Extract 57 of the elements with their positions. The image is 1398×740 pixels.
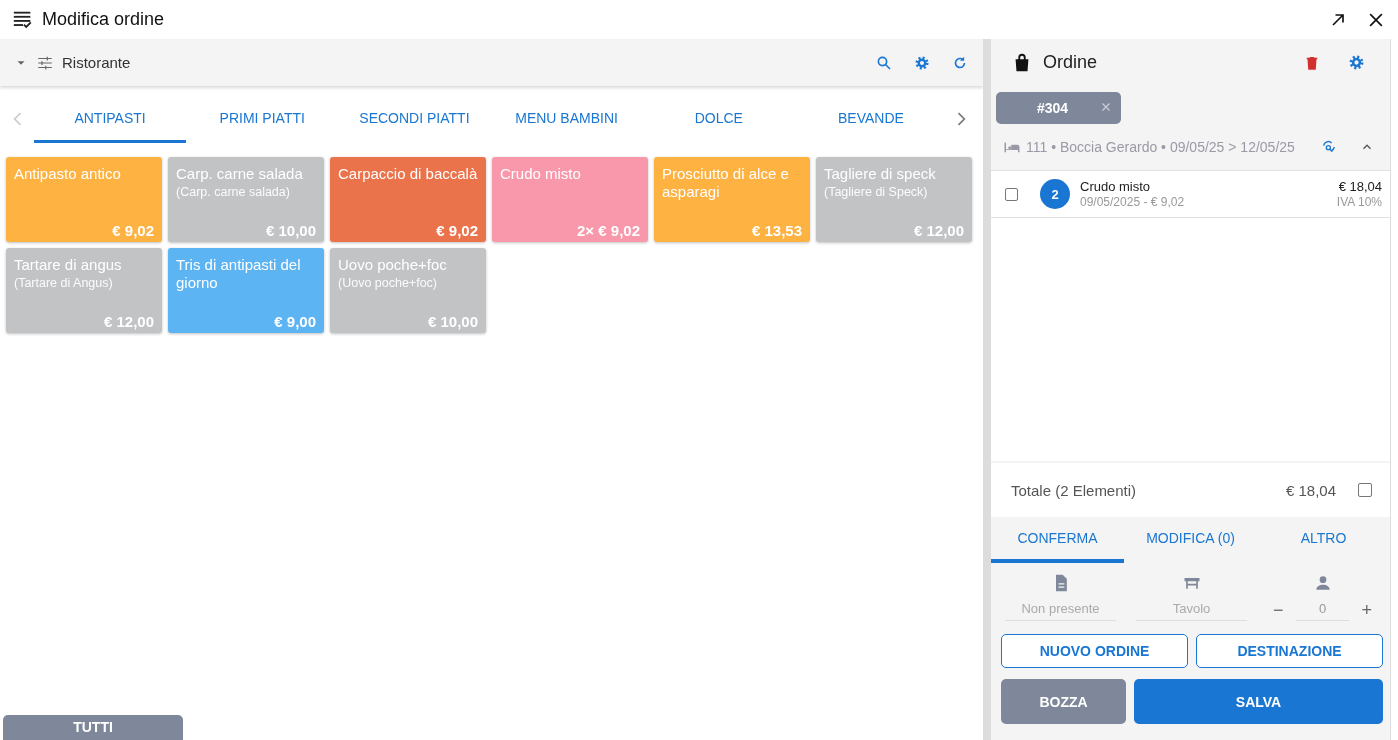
- decrement-button[interactable]: −: [1267, 599, 1290, 621]
- increment-button[interactable]: +: [1355, 599, 1378, 621]
- total-amount: € 18,04: [1285, 481, 1336, 499]
- action-tab[interactable]: ALTRO: [1257, 517, 1390, 563]
- product-price: € 9,02: [436, 222, 478, 241]
- product-name: Crudo misto: [500, 165, 582, 183]
- category-tab[interactable]: SECONDI PIATTI: [338, 95, 491, 143]
- item-price: € 18,04: [1338, 179, 1382, 194]
- category-tab[interactable]: DOLCE: [642, 95, 795, 143]
- settings-icon[interactable]: [1347, 53, 1366, 72]
- checkbox[interactable]: [1358, 483, 1372, 497]
- action-button[interactable]: DESTINAZIONE: [1196, 634, 1383, 668]
- product-price: € 12,00: [103, 313, 154, 332]
- product-subtitle: (Carp. carne salada): [176, 185, 291, 199]
- window-title: Modifica ordine: [42, 9, 166, 30]
- product-price: € 9,02: [112, 222, 154, 241]
- total-label: Totale (2 Elementi): [1011, 481, 1138, 499]
- product-name: Tagliere di speck: [824, 165, 937, 183]
- product-subtitle: (Uovo poche+foc): [338, 276, 438, 290]
- product-name: Prosciutto di alce e asparagi: [662, 165, 790, 201]
- order-title: Ordine: [1043, 52, 1099, 73]
- product-name: Tris di antipasti del giorno: [176, 256, 302, 292]
- product-name: Tartare di angus: [14, 256, 123, 274]
- action-button[interactable]: SALVA: [1134, 679, 1383, 724]
- action-button[interactable]: NUOVO ORDINE: [1001, 634, 1188, 668]
- guests-field[interactable]: 0: [1295, 599, 1350, 621]
- product-price: € 9,00: [274, 313, 316, 332]
- item-vat: IVA 10%: [1336, 195, 1382, 209]
- action-button[interactable]: BOZZA: [1001, 679, 1126, 724]
- product-tile[interactable]: Carpaccio di baccalà € 9,02: [330, 157, 486, 242]
- product-price: € 10,00: [427, 313, 478, 332]
- order-number: #304: [1036, 100, 1069, 116]
- table-field[interactable]: Tavolo: [1136, 599, 1247, 621]
- product-price: € 12,00: [913, 222, 964, 241]
- item-detail: 09/05/2025 - € 9,02: [1080, 195, 1186, 209]
- product-name: Antipasto antico: [14, 165, 122, 183]
- product-tile[interactable]: Tris di antipasti del giorno € 9,00: [168, 248, 324, 333]
- action-tab[interactable]: CONFERMA: [991, 517, 1124, 563]
- category-tab[interactable]: PRIMI PIATTI: [186, 95, 339, 143]
- booking-info: 111 • Boccia Gerardo • 09/05/25 > 12/05/25: [1026, 139, 1296, 155]
- product-name: Uovo poche+foc: [338, 256, 448, 274]
- category-tab[interactable]: ANTIPASTI: [34, 95, 187, 143]
- all-button[interactable]: TUTTI: [3, 715, 183, 740]
- product-price: 2× € 9,02: [577, 222, 640, 241]
- product-price: € 13,53: [751, 222, 802, 241]
- checkbox[interactable]: [1005, 187, 1018, 201]
- product-name: Carp. carne salada: [176, 165, 304, 183]
- category-tab[interactable]: BEVANDE: [794, 95, 948, 143]
- action-tab[interactable]: MODIFICA (0): [1124, 517, 1257, 563]
- product-price: € 10,00: [265, 222, 316, 241]
- order-chip[interactable]: #304: [996, 92, 1121, 124]
- item-name: Crudo misto: [1080, 179, 1152, 194]
- note-field[interactable]: Non presente: [1005, 599, 1116, 621]
- swap-search-icon[interactable]: [1321, 139, 1337, 155]
- quantity-badge: 2: [1040, 179, 1070, 209]
- product-name: Carpaccio di baccalà: [338, 165, 478, 183]
- category-tab[interactable]: MENU BAMBINI: [490, 95, 643, 143]
